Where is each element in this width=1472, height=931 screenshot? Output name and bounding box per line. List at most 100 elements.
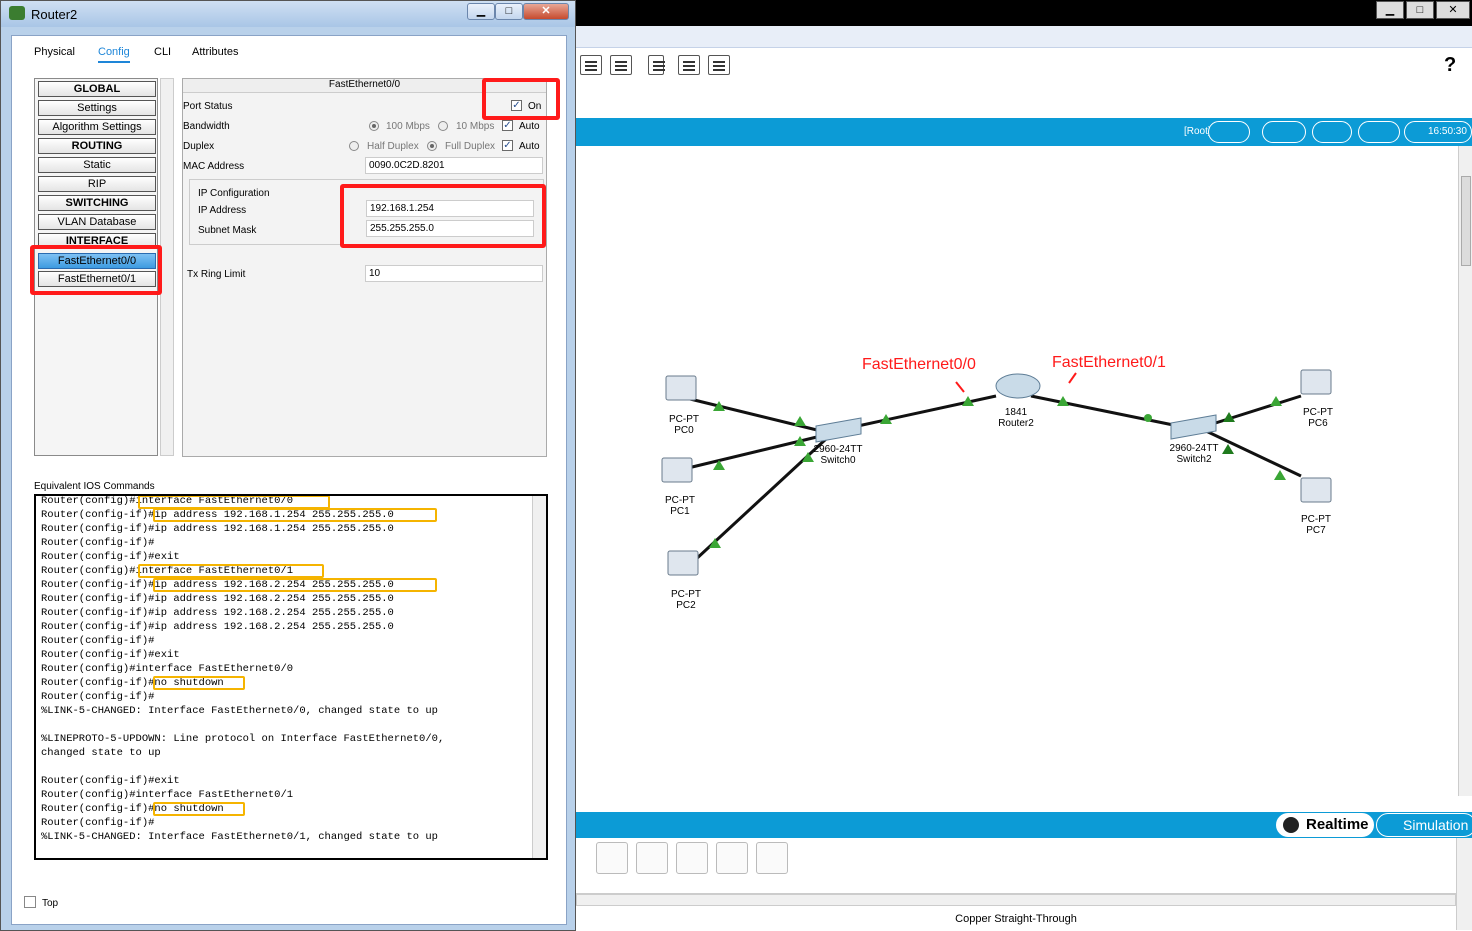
pc6-label[interactable]: PC-PT PC6 <box>1278 407 1358 429</box>
console-line: Router(config-if)# <box>41 537 155 549</box>
bw-100-label: 100 Mbps <box>386 121 430 132</box>
tab-cli[interactable]: CLI <box>154 46 171 58</box>
link-switch0-router2 <box>843 394 997 431</box>
console-line: Router(config-if)#ip address 192.168.1.2… <box>41 523 394 535</box>
pc-icon <box>661 457 693 483</box>
cable-status-label: Copper Straight-Through <box>955 913 1077 925</box>
router-icon <box>9 6 25 20</box>
nav-vlan-database[interactable]: VLAN Database <box>38 214 156 230</box>
console-line: Router(config-if)#exit <box>41 775 180 787</box>
highlight-ip-config <box>340 184 546 248</box>
cluster-icon[interactable] <box>1262 121 1306 143</box>
crossover-cable-icon[interactable] <box>676 842 708 874</box>
half-duplex-radio[interactable] <box>349 141 359 151</box>
pc7-label[interactable]: PC-PT PC7 <box>1276 514 1356 536</box>
router2-label[interactable]: 1841 Router2 <box>976 407 1056 429</box>
top-checkbox[interactable] <box>24 896 36 908</box>
menu-strip <box>576 26 1472 48</box>
highlight-cmd <box>153 578 437 592</box>
minimize-button[interactable]: ▁ <box>467 3 495 20</box>
console-line: Router(config-if)#ip address 192.168.2.2… <box>41 621 394 633</box>
move-icon[interactable] <box>1312 121 1352 143</box>
maximize-button[interactable]: □ <box>1406 1 1434 19</box>
device-icon[interactable] <box>648 55 665 75</box>
close-button[interactable]: ✕ <box>523 3 569 20</box>
console-line: %LINEPROTO-5-UPDOWN: Line protocol on In… <box>41 733 445 745</box>
tab-physical[interactable]: Physical <box>34 46 75 58</box>
console-line: Router(config)#interface FastEthernet0/1 <box>41 789 294 801</box>
server-icon[interactable] <box>678 55 700 75</box>
highlight-interface-list <box>30 245 162 295</box>
console-line: Router(config-if)#ip address 192.168.2.2… <box>41 593 394 605</box>
pc1-label[interactable]: PC-PT PC1 <box>640 495 720 517</box>
console-line: Router(config-if)#exit <box>41 551 180 563</box>
window-icon[interactable] <box>580 55 602 75</box>
cable-hscroll[interactable] <box>576 894 1456 906</box>
bw-10-radio[interactable] <box>438 121 448 131</box>
dialog-titlebar[interactable]: Router2 ▁ □ ✕ <box>1 1 575 27</box>
port-status-label: Port Status <box>183 101 233 112</box>
nav-settings[interactable]: Settings <box>38 100 156 116</box>
camera-icon[interactable] <box>708 55 730 75</box>
nav-rip[interactable]: RIP <box>38 176 156 192</box>
highlight-cmd <box>153 676 245 690</box>
bw-auto-checkbox[interactable]: ✓ <box>502 120 513 131</box>
nav-algorithm-settings[interactable]: Algorithm Settings <box>38 119 156 135</box>
console-scrollbar[interactable] <box>532 496 546 858</box>
pc2-label[interactable]: PC-PT PC2 <box>646 589 726 611</box>
nav-static[interactable]: Static <box>38 157 156 173</box>
highlight-cmd <box>138 564 324 578</box>
console-line: changed state to up <box>41 747 161 759</box>
logical-workspace[interactable]: FastEthernet0/0 FastEthernet0/1 PC-PT PC0… <box>576 146 1458 796</box>
workspace-hscroll[interactable] <box>576 796 1458 810</box>
ios-console[interactable]: Router(config)#interface FastEthernet0/0… <box>34 494 548 860</box>
switch-icon <box>815 417 862 443</box>
arrow <box>1068 372 1077 384</box>
tab-attributes[interactable]: Attributes <box>192 46 238 58</box>
app-titlebar: ▁ □ ✕ <box>576 0 1472 26</box>
straight-cable-icon[interactable] <box>636 842 668 874</box>
mac-label: MAC Address <box>183 161 245 172</box>
pc0-label[interactable]: PC-PT PC0 <box>644 414 724 436</box>
duplex-auto-checkbox[interactable]: ✓ <box>502 140 513 151</box>
router-icon <box>995 373 1041 399</box>
pc-icon <box>667 550 699 576</box>
realtime-button[interactable]: Realtime <box>1276 813 1374 837</box>
cable-vscroll[interactable] <box>1456 838 1472 930</box>
bw-10-label: 10 Mbps <box>456 121 495 132</box>
subnet-mask-label: Subnet Mask <box>198 225 257 236</box>
root-label[interactable]: [Root] <box>1184 126 1211 137</box>
fiber-cable-icon[interactable] <box>716 842 748 874</box>
bw-100-radio[interactable] <box>369 121 379 131</box>
nav-scrollbar[interactable] <box>160 78 174 456</box>
console-cable-icon[interactable] <box>596 842 628 874</box>
help-icon[interactable]: ? <box>1444 54 1456 77</box>
nav-routing[interactable]: ROUTING <box>38 138 156 154</box>
phone-cable-icon[interactable] <box>756 842 788 874</box>
mac-field[interactable]: 0090.0C2D.8201 <box>365 157 543 174</box>
scroll-thumb[interactable] <box>1461 176 1471 266</box>
tx-ring-field[interactable]: 10 <box>365 265 543 282</box>
maximize-button[interactable]: □ <box>495 3 523 20</box>
console-line: Router(config-if)# <box>41 817 155 829</box>
close-button[interactable]: ✕ <box>1436 1 1470 19</box>
background-icon[interactable] <box>1358 121 1400 143</box>
full-duplex-radio[interactable] <box>427 141 437 151</box>
simulation-button[interactable]: Simulation <box>1376 813 1472 837</box>
switch2-label[interactable]: 2960-24TT Switch2 <box>1154 443 1234 465</box>
minimize-button[interactable]: ▁ <box>1376 1 1404 19</box>
annotation-fe00: FastEthernet0/0 <box>862 356 976 373</box>
workspace-vscroll[interactable] <box>1458 146 1472 796</box>
palette-icon[interactable] <box>610 55 632 75</box>
nav-switching[interactable]: SWITCHING <box>38 195 156 211</box>
back-button[interactable] <box>1208 121 1250 143</box>
switch0-label[interactable]: 2960-24TT Switch0 <box>798 444 878 466</box>
workspace-bar: [Root] 16:50:30 <box>576 118 1472 146</box>
half-duplex-label: Half Duplex <box>367 141 419 152</box>
duplex-auto-label: Auto <box>519 141 540 152</box>
link-light <box>794 416 806 426</box>
annotation-fe01: FastEthernet0/1 <box>1052 354 1166 371</box>
tab-config[interactable]: Config <box>98 46 130 63</box>
nav-global[interactable]: GLOBAL <box>38 81 156 97</box>
